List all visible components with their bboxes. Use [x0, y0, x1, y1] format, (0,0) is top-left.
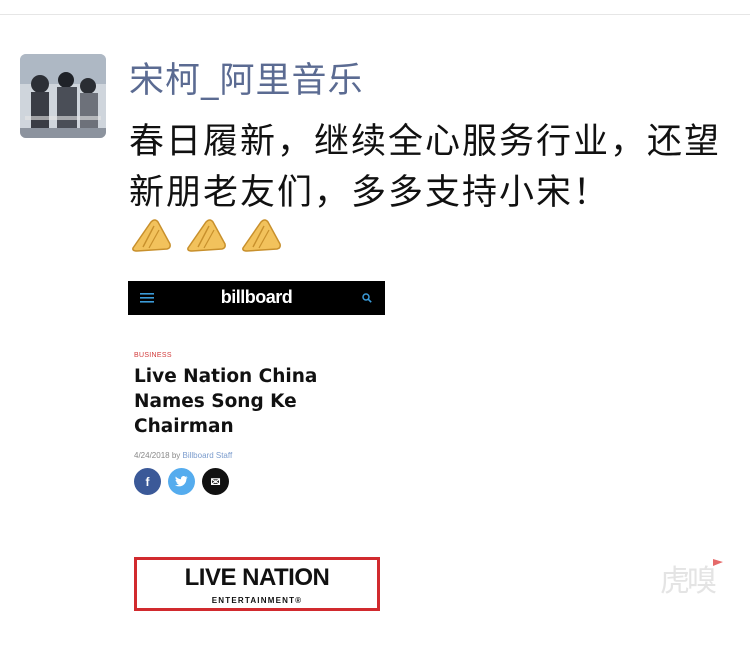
byline-by: by	[171, 451, 181, 460]
article-date: 4/24/2018	[134, 451, 170, 460]
twitter-share-button	[168, 468, 195, 495]
article-category: BUSINESS	[134, 352, 172, 359]
watermark-flag-icon	[713, 559, 723, 566]
twitter-icon	[175, 476, 188, 487]
folded-hands-icon	[187, 219, 226, 252]
billboard-header: billboard	[128, 281, 385, 315]
article-headline: Live Nation China Names Song Ke Chairman	[134, 366, 318, 437]
avatar-image	[20, 54, 106, 138]
folded-hands-icon	[132, 219, 171, 252]
mail-icon: ✉	[210, 474, 221, 489]
folded-hands-icon	[242, 219, 281, 252]
post-username[interactable]: 宋柯_阿里音乐	[129, 52, 364, 103]
emoji-row	[129, 214, 284, 256]
live-nation-logo-subtitle: ENTERTAINMENT®	[211, 596, 303, 605]
email-share-button: ✉	[202, 468, 229, 495]
live-nation-logo: LIVE NATION ENTERTAINMENT®	[134, 557, 380, 611]
avatar[interactable]	[20, 54, 106, 138]
article-image-card[interactable]: billboard BUSINESS Live Nation China Nam…	[128, 281, 385, 621]
facebook-share-button: f	[134, 468, 161, 495]
top-divider	[0, 14, 750, 15]
article-author: Billboard Staff	[182, 451, 233, 460]
billboard-logo: billboard	[220, 287, 293, 307]
article-byline: 4/24/2018 by Billboard Staff	[134, 451, 232, 460]
share-buttons: f ✉	[134, 468, 229, 495]
search-icon	[362, 293, 372, 303]
post-text: 春日履新，继续全心服务行业，还望新朋老友们，多多支持小宋！	[129, 122, 722, 213]
live-nation-logo-text: LIVE NATION	[184, 564, 330, 591]
facebook-icon: f	[145, 474, 150, 489]
